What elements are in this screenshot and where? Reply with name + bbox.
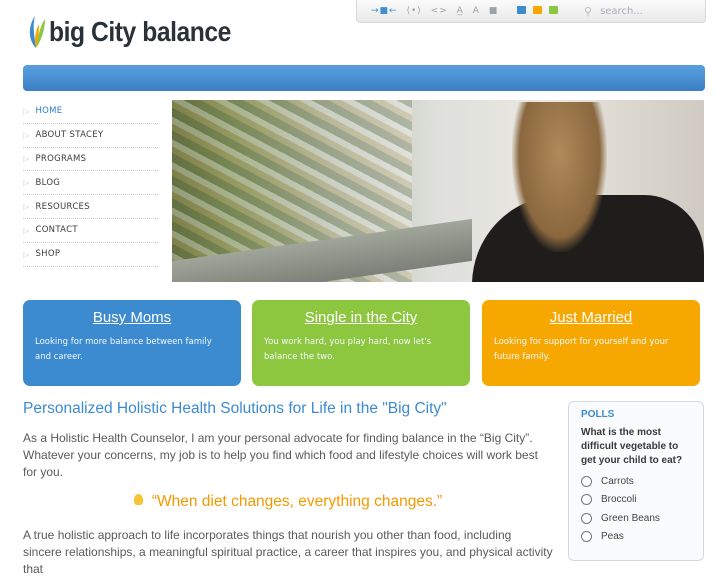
card-text: Looking for more balance between family … [35, 337, 212, 362]
green-theme-swatch[interactable] [549, 6, 558, 14]
card-title-link[interactable]: Just Married [494, 309, 688, 326]
chevron-right-icon: ▷ [23, 249, 30, 259]
intro-paragraph: As a Holistic Health Counselor, I am you… [23, 431, 538, 479]
share-icon[interactable]: →■← [371, 6, 398, 16]
card-title-link[interactable]: Busy Moms [35, 309, 229, 326]
page-heading: Personalized Holistic Health Solutions f… [23, 400, 447, 417]
polls-widget: POLLS What is the most difficult vegetab… [568, 401, 704, 561]
quote-text: “When diet changes, everything changes.” [151, 493, 443, 510]
code-width-icon[interactable]: ⟨•⟩ [406, 6, 421, 16]
tool-icons: →■← ⟨•⟩ <> A̲ A ■ [371, 6, 503, 16]
radio-button[interactable] [581, 531, 592, 543]
chevron-right-icon: ▷ [23, 154, 30, 164]
quote: “When diet changes, everything changes.” [23, 493, 553, 511]
logo-text: big City balance [49, 16, 231, 47]
radio-button[interactable] [581, 494, 592, 506]
card-title-link[interactable]: Single in the City [264, 309, 458, 326]
card-text: You work hard, you play hard, now let's … [264, 337, 432, 362]
card-busy-moms[interactable]: Busy Moms Looking for more balance betwe… [23, 300, 241, 386]
chevron-right-icon: ▷ [23, 130, 30, 140]
poll-option-broccoli[interactable]: Broccoli [581, 491, 691, 510]
top-banner-bar [23, 65, 705, 91]
nav-item-shop[interactable]: ▷ SHOP [23, 243, 158, 267]
nav-item-resources[interactable]: ▷ RESOURCES [23, 195, 158, 219]
main-nav: ▷ HOME ▷ ABOUT STACEY ▷ PROGRAMS ▷ BLOG ▷ RES… [23, 100, 158, 267]
polls-title: POLLS [581, 409, 615, 420]
radio-button[interactable] [581, 512, 592, 524]
orange-theme-swatch[interactable] [533, 6, 542, 14]
poll-option-green-beans[interactable]: Green Beans [581, 509, 691, 528]
leaf-logo-icon [29, 16, 45, 48]
square-icon[interactable]: ■ [489, 6, 499, 16]
nav-item-contact[interactable]: ▷ CONTACT [23, 219, 158, 243]
poll-option-peas[interactable]: Peas [581, 528, 691, 547]
blue-theme-swatch[interactable] [517, 6, 526, 14]
nav-item-home[interactable]: ▷ HOME [23, 100, 158, 124]
lightbulb-icon [133, 494, 143, 505]
chevron-right-icon: ▷ [23, 106, 30, 116]
audience-cards: Busy Moms Looking for more balance betwe… [23, 300, 705, 386]
font-size-icon[interactable]: A̲ [457, 6, 464, 16]
nav-item-about[interactable]: ▷ ABOUT STACEY [23, 124, 158, 148]
chevron-right-icon: ▷ [23, 202, 30, 212]
body-paragraph: A true holistic approach to life incorpo… [23, 528, 553, 576]
nav-item-programs[interactable]: ▷ PROGRAMS [23, 148, 158, 172]
chevron-right-icon: ▷ [23, 178, 30, 188]
nav-item-blog[interactable]: ▷ BLOG [23, 171, 158, 196]
main-content: Personalized Holistic Health Solutions f… [23, 400, 553, 578]
code-icon[interactable]: <> [431, 6, 448, 16]
search-input[interactable]: search... [600, 6, 643, 17]
poll-question: What is the most difficult vegetable to … [581, 427, 683, 466]
text-icon[interactable]: A [473, 6, 480, 16]
chevron-right-icon: ▷ [23, 225, 30, 235]
search-icon: ⚲ [584, 4, 593, 18]
poll-option-carrots[interactable]: Carrots [581, 472, 691, 491]
hero-image [172, 100, 704, 282]
card-text: Looking for support for yourself and you… [494, 337, 669, 362]
radio-button[interactable] [581, 475, 592, 487]
card-just-married[interactable]: Just Married Looking for support for you… [482, 300, 700, 386]
search-box[interactable]: ⚲ search... [584, 4, 704, 18]
site-logo[interactable]: big City balance [26, 14, 256, 50]
card-single-in-the-city[interactable]: Single in the City You work hard, you pl… [252, 300, 470, 386]
